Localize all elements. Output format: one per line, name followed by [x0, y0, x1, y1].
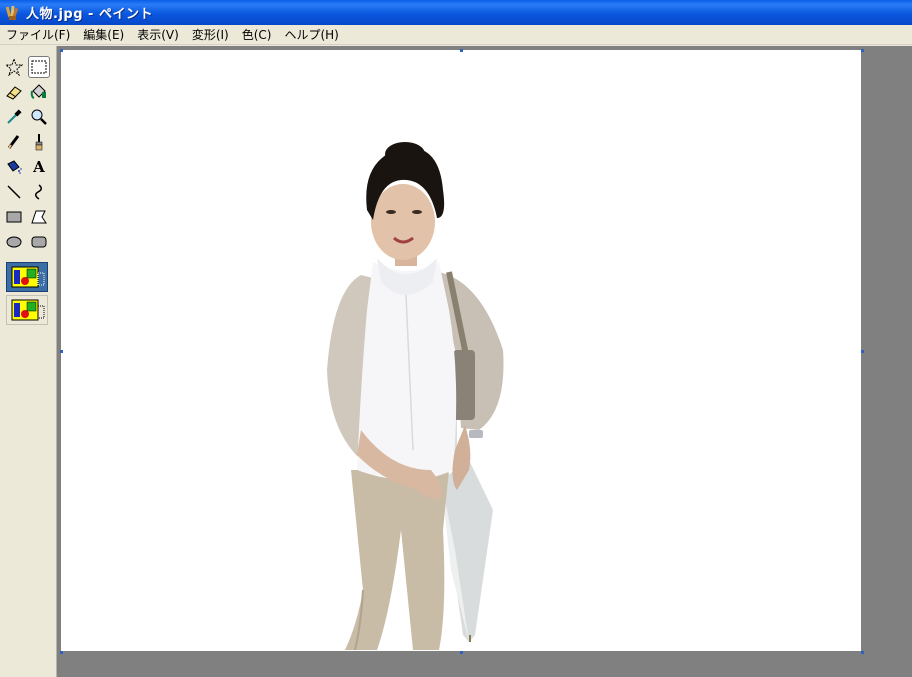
menu-edit[interactable]: 編集(E) — [77, 26, 131, 43]
fill-tool[interactable] — [28, 81, 50, 103]
rounded-rect-icon — [31, 236, 47, 248]
pick-color-tool[interactable] — [3, 106, 25, 128]
transparent-shapes-icon — [11, 299, 45, 321]
magnifier-icon — [31, 109, 47, 125]
paint-app-icon[interactable] — [4, 5, 20, 21]
resize-handle-bottom-left[interactable] — [60, 651, 63, 654]
pencil-tool[interactable] — [3, 131, 25, 153]
menu-help[interactable]: ヘルプ(H) — [278, 26, 345, 43]
line-icon — [7, 185, 21, 199]
workspace — [57, 46, 912, 677]
brush-tool[interactable] — [28, 131, 50, 153]
menu-view[interactable]: 表示(V) — [131, 26, 186, 43]
polygon-icon — [31, 210, 47, 224]
paint-bucket-icon — [30, 84, 46, 99]
eraser-icon — [6, 86, 22, 100]
person-photo — [327, 142, 504, 651]
eyedropper-icon — [7, 109, 22, 124]
polygon-tool[interactable] — [28, 206, 50, 228]
ellipse-tool[interactable] — [3, 231, 25, 253]
resize-handle-bottom-center[interactable] — [460, 651, 463, 654]
resize-handle-middle-left[interactable] — [60, 350, 63, 353]
star-select-icon — [5, 58, 23, 76]
menu-file[interactable]: ファイル(F) — [0, 26, 77, 43]
rect-select-tool[interactable] — [28, 56, 50, 78]
toolbox: A — [0, 46, 57, 677]
ellipse-icon — [6, 236, 22, 248]
curve-tool[interactable] — [28, 181, 50, 203]
opaque-selection-option[interactable] — [6, 262, 48, 292]
rectangle-icon — [6, 211, 22, 223]
resize-handle-top-center[interactable] — [460, 49, 463, 52]
rect-select-icon — [31, 60, 47, 74]
curve-icon — [35, 184, 42, 200]
airbrush-icon — [7, 160, 22, 174]
magnifier-tool[interactable] — [28, 106, 50, 128]
opaque-shapes-icon — [11, 266, 45, 288]
line-tool[interactable] — [3, 181, 25, 203]
rounded-rectangle-tool[interactable] — [28, 231, 50, 253]
menu-bar: ファイル(F) 編集(E) 表示(V) 変形(I) 色(C) ヘルプ(H) — [0, 25, 912, 45]
resize-handle-top-left[interactable] — [60, 49, 63, 52]
rectangle-tool[interactable] — [3, 206, 25, 228]
brush-icon — [35, 134, 43, 151]
transparent-selection-option[interactable] — [6, 295, 48, 325]
resize-handle-top-right[interactable] — [861, 49, 864, 52]
menu-colors[interactable]: 色(C) — [236, 26, 279, 43]
drawing-canvas[interactable] — [61, 50, 861, 651]
resize-handle-bottom-right[interactable] — [861, 651, 864, 654]
free-select-tool[interactable] — [3, 56, 25, 78]
pencil-icon — [7, 135, 20, 149]
resize-handle-middle-right[interactable] — [861, 350, 864, 353]
airbrush-tool[interactable] — [3, 156, 25, 178]
title-bar[interactable]: 人物.jpg - ペイント — [0, 0, 912, 25]
text-tool[interactable]: A — [28, 156, 50, 178]
window-title: 人物.jpg - ペイント — [26, 7, 153, 22]
menu-image[interactable]: 変形(I) — [186, 26, 236, 43]
eraser-tool[interactable] — [3, 81, 25, 103]
text-icon: A — [33, 158, 45, 176]
